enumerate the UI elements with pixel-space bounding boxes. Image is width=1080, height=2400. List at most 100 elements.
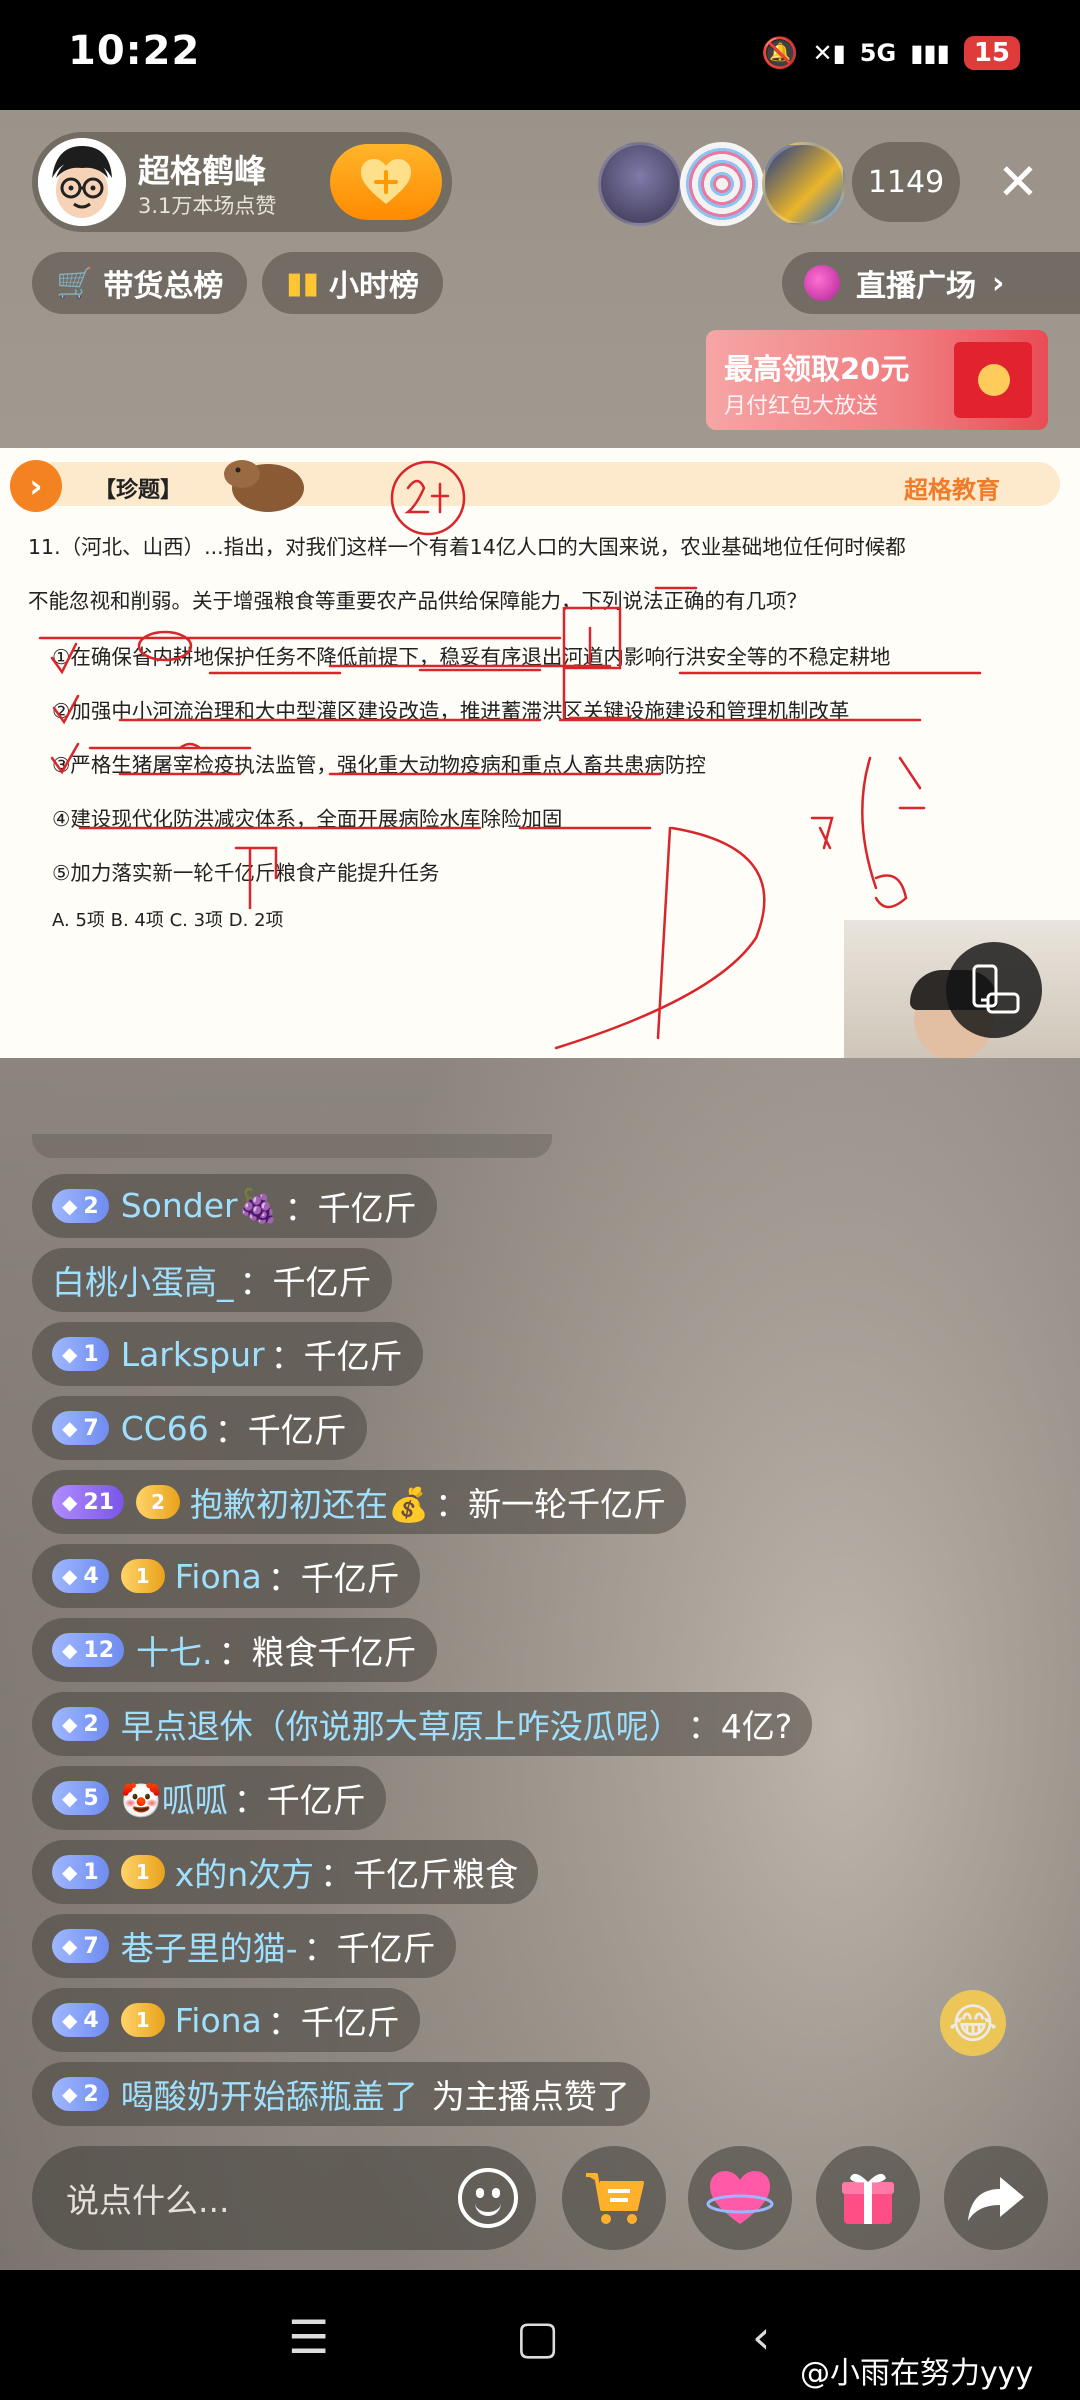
- chat-username[interactable]: 抱歉初初还在💰: [190, 1478, 429, 1526]
- like-heart-button[interactable]: [688, 2146, 792, 2250]
- signal-bars-icon: ▮▮▮: [910, 39, 950, 67]
- diamond-icon: ◆: [62, 1194, 78, 1218]
- share-button[interactable]: [944, 2146, 1048, 2250]
- viewer-avatar[interactable]: [762, 142, 846, 226]
- watermark: @小雨在努力yyy: [800, 2356, 1034, 2391]
- hour-rank-button[interactable]: ▮▮ 小时榜: [262, 252, 444, 314]
- chat-text: 千亿斤: [300, 2003, 400, 2042]
- chat-text: 粮食千亿斤: [251, 1633, 417, 1672]
- fan-badge: 1: [120, 1559, 165, 1593]
- diamond-icon: ◆: [62, 1860, 78, 1884]
- red-packet-banner[interactable]: 最高领取20元 月付红包大放送: [706, 330, 1048, 430]
- diamond-icon: ◆: [62, 1416, 78, 1440]
- battery-icon: 15: [963, 36, 1020, 70]
- chat-username[interactable]: 喝酸奶开始舔瓶盖了: [121, 2070, 418, 2118]
- follow-button[interactable]: [330, 144, 442, 220]
- level-badge: ◆ 2: [52, 1189, 109, 1223]
- chat-message[interactable]: 白桃小蛋高_：千亿斤: [32, 1248, 392, 1312]
- level-badge: ◆ 1: [52, 1337, 109, 1371]
- chat-message[interactable]: ◆ 12 十七.：粮食千亿斤: [32, 1618, 437, 1682]
- comment-input[interactable]: 说点什么...: [32, 2146, 536, 2250]
- level-badge: ◆ 7: [52, 1411, 109, 1445]
- chat-message[interactable]: ◆ 4 1 Fiona：千亿斤: [32, 1988, 420, 2052]
- viewer-count[interactable]: 1149: [852, 142, 960, 222]
- host-likes: 3.1万本场点赞: [138, 194, 277, 218]
- diamond-icon: ◆: [62, 1786, 78, 1810]
- chat-text: 4亿?: [720, 1707, 793, 1746]
- chat-text: 千亿斤: [247, 1411, 347, 1450]
- fan-badge: 1: [120, 1855, 165, 1889]
- level-badge: ◆ 5: [52, 1781, 109, 1815]
- level-badge: ◆ 1: [52, 1855, 109, 1889]
- cart-icon: 🛒: [56, 265, 94, 301]
- chat-text: 千亿斤: [303, 1337, 403, 1376]
- signal-5g-icon: 5G: [859, 39, 897, 67]
- bar-chart-icon: ▮▮: [286, 265, 320, 301]
- live-plaza-button[interactable]: 直播广场 ›: [782, 252, 1080, 314]
- sales-rank-button[interactable]: 🛒 带货总榜: [32, 252, 248, 314]
- planet-icon: [804, 265, 840, 301]
- chat-message[interactable]: ◆ 5 🤡呱呱：千亿斤: [32, 1766, 386, 1830]
- diamond-icon: ◆: [62, 1564, 78, 1588]
- rotate-screen-button[interactable]: [946, 942, 1042, 1038]
- diamond-icon: ◆: [62, 2008, 78, 2032]
- chat-username[interactable]: 🤡呱呱: [121, 1774, 228, 1822]
- menu-icon[interactable]: ☰: [288, 2310, 329, 2364]
- diamond-icon: ◆: [62, 1638, 78, 1662]
- chat-message[interactable]: ◆ 2 Sonder🍇：千亿斤: [32, 1174, 437, 1238]
- heart-plus-icon: [361, 159, 411, 204]
- gift-icon: [842, 2173, 894, 2224]
- wifi-off-icon: ✕▮: [812, 39, 846, 67]
- chat-username[interactable]: x的n次方: [175, 1848, 314, 1896]
- host-avatar[interactable]: [38, 138, 126, 226]
- chat-message[interactable]: ◆ 2 早点退休（你说那大草原上咋没瓜呢）： 4亿?: [32, 1692, 813, 1756]
- chat-username[interactable]: Fiona: [175, 1557, 262, 1596]
- viewer-avatar[interactable]: [680, 142, 764, 226]
- diamond-icon: ◆: [62, 1490, 78, 1514]
- chat-message[interactable]: ◆ 7 CC66：千亿斤: [32, 1396, 367, 1460]
- laugh-emoji-icon: 😂: [940, 1990, 1006, 2056]
- fan-badge: 1: [120, 2003, 165, 2037]
- chat-message[interactable]: ◆ 2 喝酸奶开始舔瓶盖了 为主播点赞了: [32, 2062, 650, 2126]
- home-icon[interactable]: ▢: [516, 2310, 559, 2364]
- chat-text: 千亿斤: [300, 1559, 400, 1598]
- fan-badge: 2: [136, 1485, 181, 1519]
- chat-message[interactable]: ◆ 4 1 Fiona：千亿斤: [32, 1544, 420, 1608]
- chat-text: 千亿斤粮食: [353, 1855, 519, 1894]
- chat-username[interactable]: Sonder🍇: [121, 1186, 279, 1226]
- chat-message[interactable]: ◆ 7 巷子里的猫-：千亿斤: [32, 1914, 456, 1978]
- status-bar: 10:22 🔕 ✕▮ 5G ▮▮▮ 15: [0, 0, 1080, 110]
- level-badge: ◆ 2: [52, 2077, 109, 2111]
- chat-text: 为主播点赞了: [431, 2077, 630, 2116]
- level-badge: ◆ 4: [52, 1559, 109, 1593]
- chat-username[interactable]: CC66: [121, 1409, 209, 1448]
- diamond-icon: ◆: [62, 1934, 78, 1958]
- chat-username[interactable]: 早点退休（你说那大草原上咋没瓜呢）: [121, 1700, 682, 1748]
- chat-text: 千亿斤: [266, 1781, 366, 1820]
- mute-bell-icon: 🔕: [761, 35, 799, 71]
- chevron-right-icon: ›: [992, 265, 1005, 301]
- level-badge: ◆ 7: [52, 1929, 109, 1963]
- emoji-icon[interactable]: [458, 2168, 518, 2228]
- chat-username[interactable]: 巷子里的猫-: [121, 1922, 298, 1970]
- chat-text: 千亿斤: [336, 1929, 436, 1968]
- chat-message[interactable]: ◆ 1 Larkspur：千亿斤: [32, 1322, 423, 1386]
- shop-cart-button[interactable]: [562, 2146, 666, 2250]
- chat-username[interactable]: Larkspur: [121, 1335, 265, 1374]
- chat-message[interactable]: ◆ 1 1 x的n次方：千亿斤粮食: [32, 1840, 539, 1904]
- chat-text: 千亿斤: [272, 1263, 372, 1302]
- gift-button[interactable]: [816, 2146, 920, 2250]
- rotate-phone-icon: [972, 964, 1020, 1014]
- viewer-avatar[interactable]: [598, 142, 682, 226]
- chat-message[interactable]: ◆ 21 2 抱歉初初还在💰：新一轮千亿斤: [32, 1470, 687, 1534]
- host-card[interactable]: 超格鹤峰 3.1万本场点赞: [32, 132, 452, 232]
- close-icon[interactable]: ✕: [988, 152, 1048, 212]
- level-badge: ◆ 2: [52, 1707, 109, 1741]
- level-badge: ◆ 12: [52, 1633, 125, 1667]
- chat-username[interactable]: 十七.: [136, 1626, 213, 1674]
- chat-username[interactable]: 白桃小蛋高_: [52, 1256, 234, 1304]
- share-arrow-icon: [968, 2177, 1024, 2221]
- level-badge: ◆ 21: [52, 1485, 125, 1519]
- back-icon[interactable]: ‹: [752, 2310, 770, 2364]
- chat-username[interactable]: Fiona: [175, 2001, 262, 2040]
